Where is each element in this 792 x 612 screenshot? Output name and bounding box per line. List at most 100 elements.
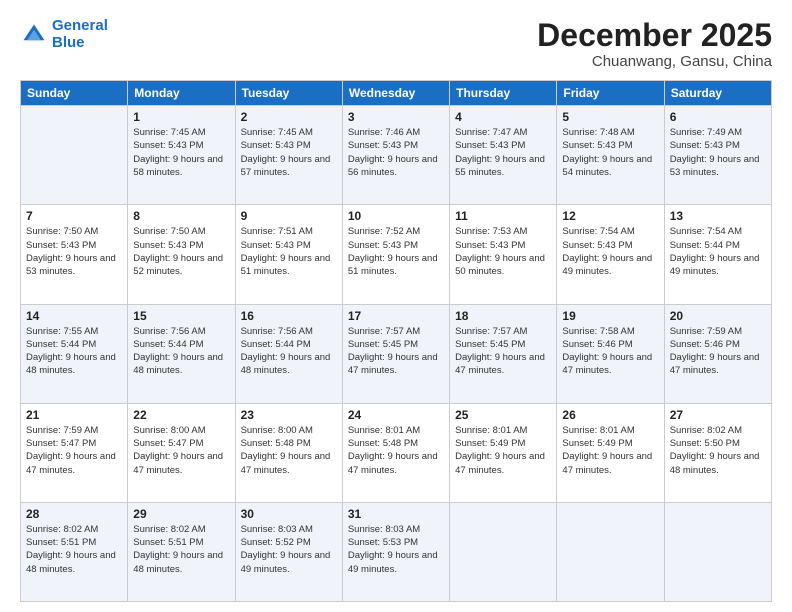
day-cell: 22 Sunrise: 8:00 AM Sunset: 5:47 PM Dayli…: [128, 403, 235, 502]
day-info: Sunrise: 8:02 AM Sunset: 5:51 PM Dayligh…: [26, 523, 122, 576]
week-row-4: 21 Sunrise: 7:59 AM Sunset: 5:47 PM Dayli…: [21, 403, 772, 502]
day-number: 23: [241, 408, 337, 422]
day-cell: 12 Sunrise: 7:54 AM Sunset: 5:43 PM Dayli…: [557, 205, 664, 304]
day-info: Sunrise: 8:00 AM Sunset: 5:48 PM Dayligh…: [241, 424, 337, 477]
day-number: 1: [133, 110, 229, 124]
day-info: Sunrise: 7:53 AM Sunset: 5:43 PM Dayligh…: [455, 225, 551, 278]
day-info: Sunrise: 8:01 AM Sunset: 5:49 PM Dayligh…: [455, 424, 551, 477]
day-number: 19: [562, 309, 658, 323]
day-info: Sunrise: 7:47 AM Sunset: 5:43 PM Dayligh…: [455, 126, 551, 179]
weekday-header-friday: Friday: [557, 81, 664, 106]
day-number: 14: [26, 309, 122, 323]
day-number: 3: [348, 110, 444, 124]
day-number: 4: [455, 110, 551, 124]
day-cell: 13Sunrise: 7:54 AM Sunset: 5:44 PM Dayli…: [664, 205, 771, 304]
title-block: December 2025 Chuanwang, Gansu, China: [537, 18, 772, 70]
day-cell: [21, 106, 128, 205]
day-info: Sunrise: 7:52 AM Sunset: 5:43 PM Dayligh…: [348, 225, 444, 278]
day-number: 5: [562, 110, 658, 124]
day-cell: 10 Sunrise: 7:52 AM Sunset: 5:43 PM Dayli…: [342, 205, 449, 304]
day-info: Sunrise: 8:01 AM Sunset: 5:49 PM Dayligh…: [562, 424, 658, 477]
day-number: 16: [241, 309, 337, 323]
logo-line2: Blue: [52, 34, 85, 51]
day-cell: [557, 502, 664, 601]
day-info: Sunrise: 7:57 AM Sunset: 5:45 PM Dayligh…: [348, 325, 444, 378]
day-info: Sunrise: 7:51 AM Sunset: 5:43 PM Dayligh…: [241, 225, 337, 278]
day-cell: 27Sunrise: 8:02 AM Sunset: 5:50 PM Dayli…: [664, 403, 771, 502]
day-info: Sunrise: 7:45 AM Sunset: 5:43 PM Dayligh…: [133, 126, 229, 179]
day-info: Sunrise: 7:59 AM Sunset: 5:46 PM Dayligh…: [670, 325, 766, 378]
day-info: Sunrise: 7:48 AM Sunset: 5:43 PM Dayligh…: [562, 126, 658, 179]
day-cell: 15Sunrise: 7:56 AM Sunset: 5:44 PM Dayli…: [128, 304, 235, 403]
day-cell: 29Sunrise: 8:02 AM Sunset: 5:51 PM Dayli…: [128, 502, 235, 601]
day-number: 31: [348, 507, 444, 521]
day-number: 7: [26, 209, 122, 223]
logo-text: General Blue: [52, 18, 108, 51]
day-info: Sunrise: 7:49 AM Sunset: 5:43 PM Dayligh…: [670, 126, 766, 179]
day-number: 26: [562, 408, 658, 422]
day-info: Sunrise: 7:54 AM Sunset: 5:43 PM Dayligh…: [562, 225, 658, 278]
logo: General Blue: [20, 18, 108, 51]
location-title: Chuanwang, Gansu, China: [537, 53, 772, 70]
day-info: Sunrise: 7:56 AM Sunset: 5:44 PM Dayligh…: [133, 325, 229, 378]
day-number: 2: [241, 110, 337, 124]
month-title: December 2025: [537, 18, 772, 53]
day-number: 25: [455, 408, 551, 422]
day-cell: 20 Sunrise: 7:59 AM Sunset: 5:46 PM Dayli…: [664, 304, 771, 403]
day-cell: 16Sunrise: 7:56 AM Sunset: 5:44 PM Dayli…: [235, 304, 342, 403]
day-number: 29: [133, 507, 229, 521]
day-info: Sunrise: 7:57 AM Sunset: 5:45 PM Dayligh…: [455, 325, 551, 378]
weekday-header-tuesday: Tuesday: [235, 81, 342, 106]
day-info: Sunrise: 8:03 AM Sunset: 5:52 PM Dayligh…: [241, 523, 337, 576]
weekday-header-monday: Monday: [128, 81, 235, 106]
page: General Blue December 2025 Chuanwang, Ga…: [0, 0, 792, 612]
day-info: Sunrise: 7:59 AM Sunset: 5:47 PM Dayligh…: [26, 424, 122, 477]
day-info: Sunrise: 7:58 AM Sunset: 5:46 PM Dayligh…: [562, 325, 658, 378]
day-info: Sunrise: 7:50 AM Sunset: 5:43 PM Dayligh…: [26, 225, 122, 278]
calendar-table: SundayMondayTuesdayWednesdayThursdayFrid…: [20, 80, 772, 602]
day-number: 22: [133, 408, 229, 422]
day-number: 6: [670, 110, 766, 124]
day-info: Sunrise: 8:01 AM Sunset: 5:48 PM Dayligh…: [348, 424, 444, 477]
day-number: 20: [670, 309, 766, 323]
weekday-header-thursday: Thursday: [450, 81, 557, 106]
weekday-header-row: SundayMondayTuesdayWednesdayThursdayFrid…: [21, 81, 772, 106]
day-cell: 1 Sunrise: 7:45 AM Sunset: 5:43 PM Daylig…: [128, 106, 235, 205]
day-cell: 18Sunrise: 7:57 AM Sunset: 5:45 PM Dayli…: [450, 304, 557, 403]
day-info: Sunrise: 8:02 AM Sunset: 5:50 PM Dayligh…: [670, 424, 766, 477]
day-info: Sunrise: 7:50 AM Sunset: 5:43 PM Dayligh…: [133, 225, 229, 278]
day-cell: 30Sunrise: 8:03 AM Sunset: 5:52 PM Dayli…: [235, 502, 342, 601]
day-cell: [450, 502, 557, 601]
day-number: 9: [241, 209, 337, 223]
day-cell: 26 Sunrise: 8:01 AM Sunset: 5:49 PM Dayli…: [557, 403, 664, 502]
day-cell: 8 Sunrise: 7:50 AM Sunset: 5:43 PM Daylig…: [128, 205, 235, 304]
logo-icon: [20, 21, 48, 49]
day-cell: 4 Sunrise: 7:47 AM Sunset: 5:43 PM Daylig…: [450, 106, 557, 205]
week-row-2: 7 Sunrise: 7:50 AM Sunset: 5:43 PM Daylig…: [21, 205, 772, 304]
day-info: Sunrise: 7:45 AM Sunset: 5:43 PM Dayligh…: [241, 126, 337, 179]
week-row-1: 1 Sunrise: 7:45 AM Sunset: 5:43 PM Daylig…: [21, 106, 772, 205]
day-cell: 14 Sunrise: 7:55 AM Sunset: 5:44 PM Dayli…: [21, 304, 128, 403]
day-number: 8: [133, 209, 229, 223]
day-cell: 2 Sunrise: 7:45 AM Sunset: 5:43 PM Daylig…: [235, 106, 342, 205]
day-number: 24: [348, 408, 444, 422]
week-row-5: 28 Sunrise: 8:02 AM Sunset: 5:51 PM Dayli…: [21, 502, 772, 601]
day-cell: 21 Sunrise: 7:59 AM Sunset: 5:47 PM Dayli…: [21, 403, 128, 502]
day-number: 11: [455, 209, 551, 223]
day-cell: 23 Sunrise: 8:00 AM Sunset: 5:48 PM Dayli…: [235, 403, 342, 502]
day-cell: 25 Sunrise: 8:01 AM Sunset: 5:49 PM Dayli…: [450, 403, 557, 502]
weekday-header-sunday: Sunday: [21, 81, 128, 106]
day-number: 21: [26, 408, 122, 422]
day-number: 17: [348, 309, 444, 323]
day-info: Sunrise: 8:00 AM Sunset: 5:47 PM Dayligh…: [133, 424, 229, 477]
day-info: Sunrise: 7:55 AM Sunset: 5:44 PM Dayligh…: [26, 325, 122, 378]
weekday-header-saturday: Saturday: [664, 81, 771, 106]
day-cell: [664, 502, 771, 601]
day-cell: 7 Sunrise: 7:50 AM Sunset: 5:43 PM Daylig…: [21, 205, 128, 304]
day-cell: 19 Sunrise: 7:58 AM Sunset: 5:46 PM Dayli…: [557, 304, 664, 403]
day-number: 28: [26, 507, 122, 521]
day-number: 12: [562, 209, 658, 223]
week-row-3: 14 Sunrise: 7:55 AM Sunset: 5:44 PM Dayli…: [21, 304, 772, 403]
day-cell: 9 Sunrise: 7:51 AM Sunset: 5:43 PM Daylig…: [235, 205, 342, 304]
day-number: 10: [348, 209, 444, 223]
